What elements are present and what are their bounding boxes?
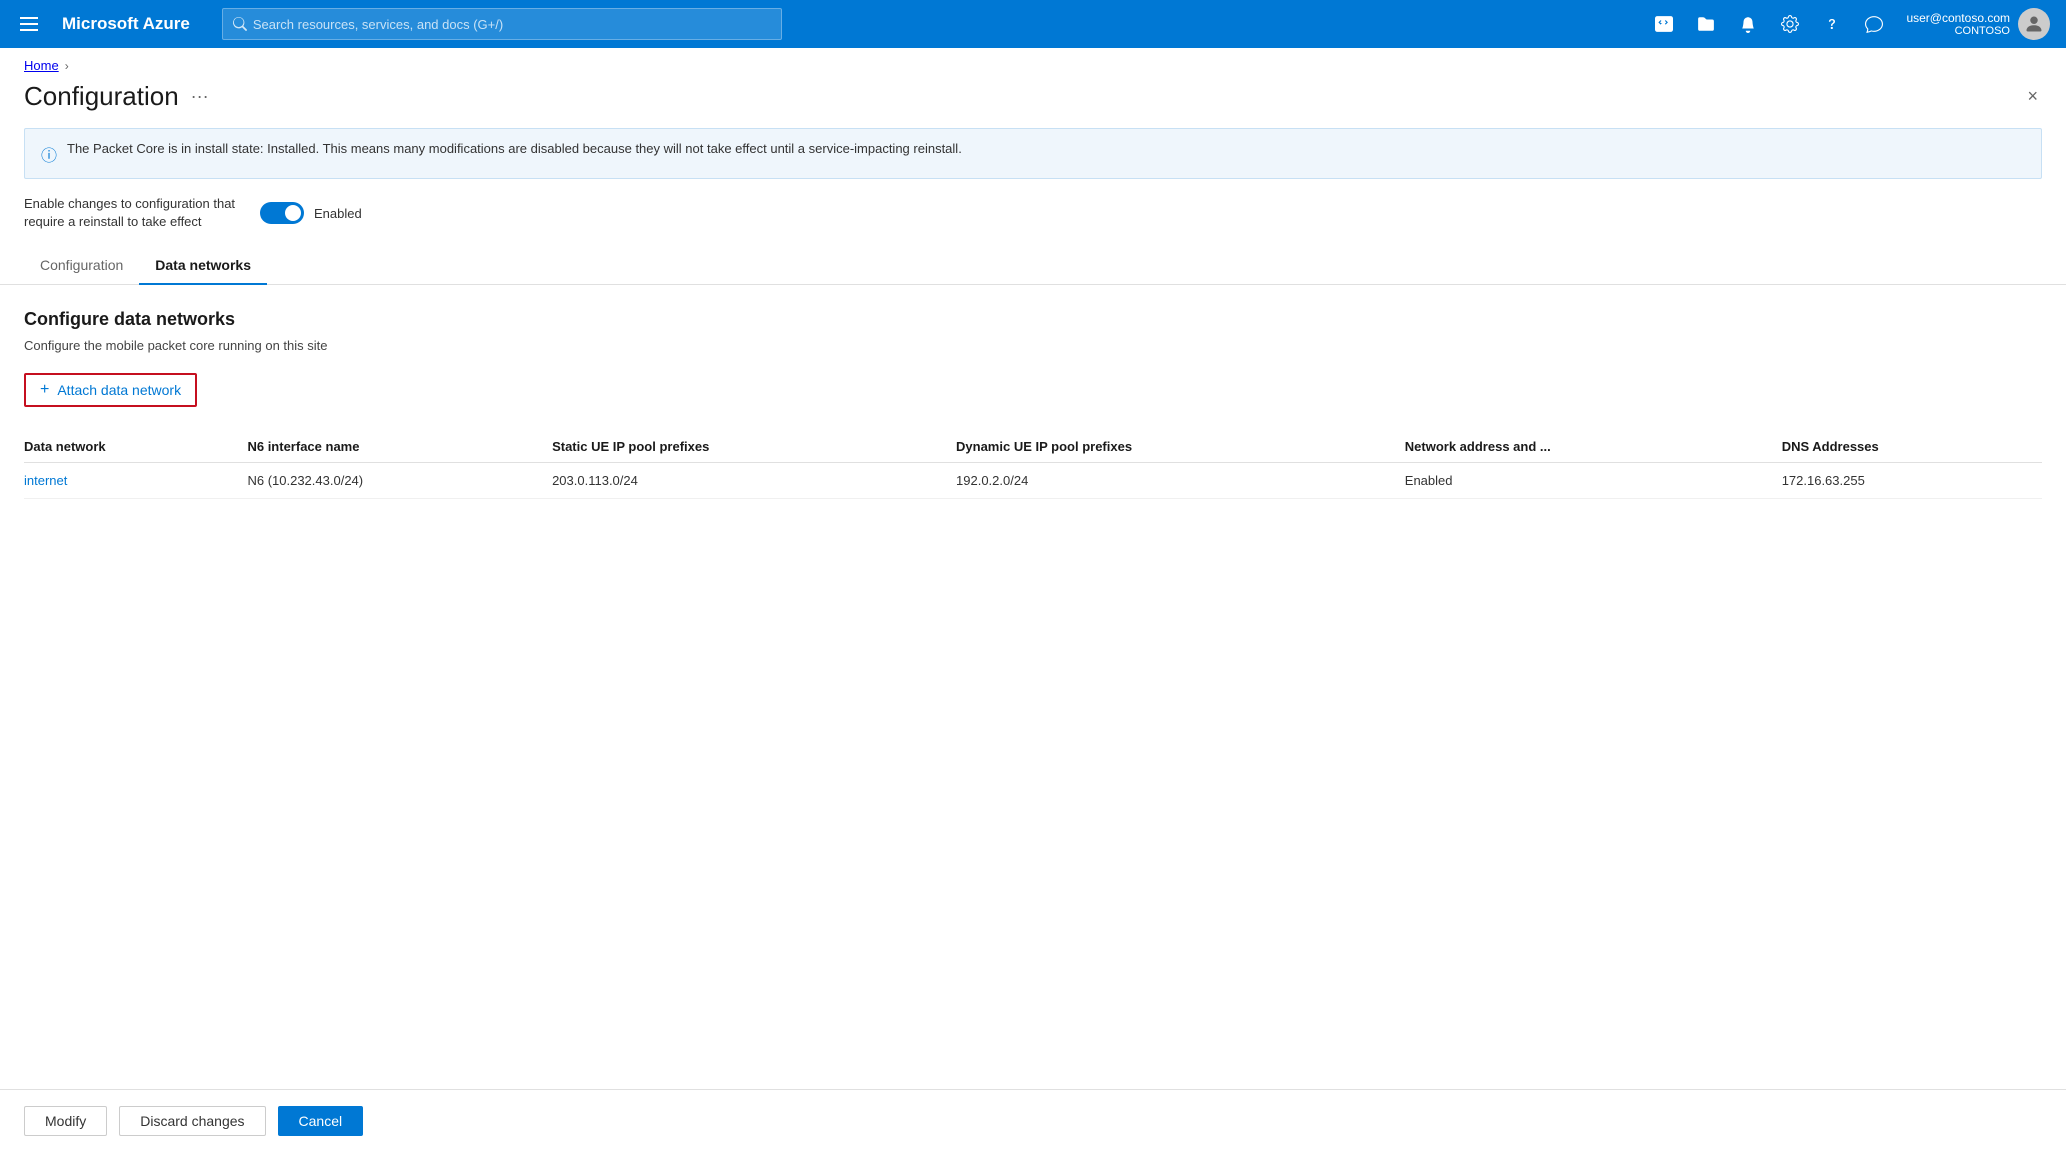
user-avatar-icon bbox=[2024, 14, 2044, 34]
attach-button-label: Attach data network bbox=[57, 382, 181, 398]
section-description: Configure the mobile packet core running… bbox=[24, 338, 2042, 353]
tabs-container: Configuration Data networks bbox=[0, 247, 2066, 285]
enable-label: Enable changes to configuration that req… bbox=[24, 195, 244, 231]
help-icon[interactable] bbox=[1814, 6, 1850, 42]
section-title: Configure data networks bbox=[24, 309, 2042, 330]
search-icon bbox=[233, 17, 247, 31]
user-email: user@contoso.com bbox=[1906, 11, 2010, 25]
settings-icon[interactable] bbox=[1772, 6, 1808, 42]
configure-section: Configure data networks Configure the mo… bbox=[0, 309, 2066, 499]
col-header-static-ue-ip: Static UE IP pool prefixes bbox=[552, 431, 956, 463]
info-banner: ⓘ The Packet Core is in install state: I… bbox=[24, 128, 2042, 179]
data-network-link[interactable]: internet bbox=[24, 473, 67, 488]
breadcrumb-separator: › bbox=[65, 59, 69, 73]
feedback-icon[interactable] bbox=[1856, 6, 1892, 42]
hamburger-menu[interactable] bbox=[16, 13, 42, 35]
cell-dns-addresses: 172.16.63.255 bbox=[1782, 463, 2042, 499]
col-header-n6-interface: N6 interface name bbox=[247, 431, 552, 463]
attach-data-network-button[interactable]: + Attach data network bbox=[24, 373, 197, 407]
modify-button[interactable]: Modify bbox=[24, 1106, 107, 1136]
enable-toggle[interactable] bbox=[260, 202, 304, 224]
col-header-dynamic-ue-ip: Dynamic UE IP pool prefixes bbox=[956, 431, 1405, 463]
table-body: internet N6 (10.232.43.0/24) 203.0.113.0… bbox=[24, 463, 2042, 499]
tab-configuration[interactable]: Configuration bbox=[24, 247, 139, 285]
enable-changes-row: Enable changes to configuration that req… bbox=[24, 195, 2042, 231]
user-org: CONTOSO bbox=[1955, 25, 2010, 37]
table-header: Data network N6 interface name Static UE… bbox=[24, 431, 2042, 463]
cloud-shell-icon[interactable] bbox=[1646, 6, 1682, 42]
col-header-network-address: Network address and ... bbox=[1405, 431, 1782, 463]
cell-dynamic-ue-ip: 192.0.2.0/24 bbox=[956, 463, 1405, 499]
global-search[interactable] bbox=[222, 8, 782, 40]
toggle-state-label: Enabled bbox=[314, 206, 362, 221]
tab-data-networks[interactable]: Data networks bbox=[139, 247, 267, 285]
page-options-button[interactable]: ··· bbox=[191, 86, 209, 107]
cell-network-address: Enabled bbox=[1405, 463, 1782, 499]
search-input[interactable] bbox=[253, 17, 771, 32]
discard-changes-button[interactable]: Discard changes bbox=[119, 1106, 265, 1136]
page-title: Configuration bbox=[24, 81, 179, 112]
avatar bbox=[2018, 8, 2050, 40]
cell-data-network: internet bbox=[24, 463, 247, 499]
cell-n6-interface: N6 (10.232.43.0/24) bbox=[247, 463, 552, 499]
data-networks-table: Data network N6 interface name Static UE… bbox=[24, 431, 2042, 499]
main-content: Home › Configuration ··· × ⓘ The Packet … bbox=[0, 48, 2066, 1089]
breadcrumb: Home › bbox=[0, 48, 2066, 73]
azure-logo: Microsoft Azure bbox=[62, 14, 190, 34]
directory-icon[interactable] bbox=[1688, 6, 1724, 42]
notifications-icon[interactable] bbox=[1730, 6, 1766, 42]
page-header: Configuration ··· × bbox=[0, 73, 2066, 128]
user-profile[interactable]: user@contoso.com CONTOSO bbox=[1906, 8, 2050, 40]
cancel-button[interactable]: Cancel bbox=[278, 1106, 364, 1136]
info-icon: ⓘ bbox=[41, 142, 57, 166]
col-header-dns-addresses: DNS Addresses bbox=[1782, 431, 2042, 463]
toggle-knob bbox=[285, 205, 301, 221]
info-banner-text: The Packet Core is in install state: Ins… bbox=[67, 141, 962, 156]
table-row: internet N6 (10.232.43.0/24) 203.0.113.0… bbox=[24, 463, 2042, 499]
close-button[interactable]: × bbox=[2023, 82, 2042, 111]
cell-static-ue-ip: 203.0.113.0/24 bbox=[552, 463, 956, 499]
breadcrumb-home[interactable]: Home bbox=[24, 58, 59, 73]
topbar: Microsoft Azure user@contoso.com CONTOSO bbox=[0, 0, 2066, 48]
footer: Modify Discard changes Cancel bbox=[0, 1089, 2066, 1152]
topbar-icons: user@contoso.com CONTOSO bbox=[1646, 6, 2050, 42]
col-header-data-network: Data network bbox=[24, 431, 247, 463]
plus-icon: + bbox=[40, 381, 49, 399]
